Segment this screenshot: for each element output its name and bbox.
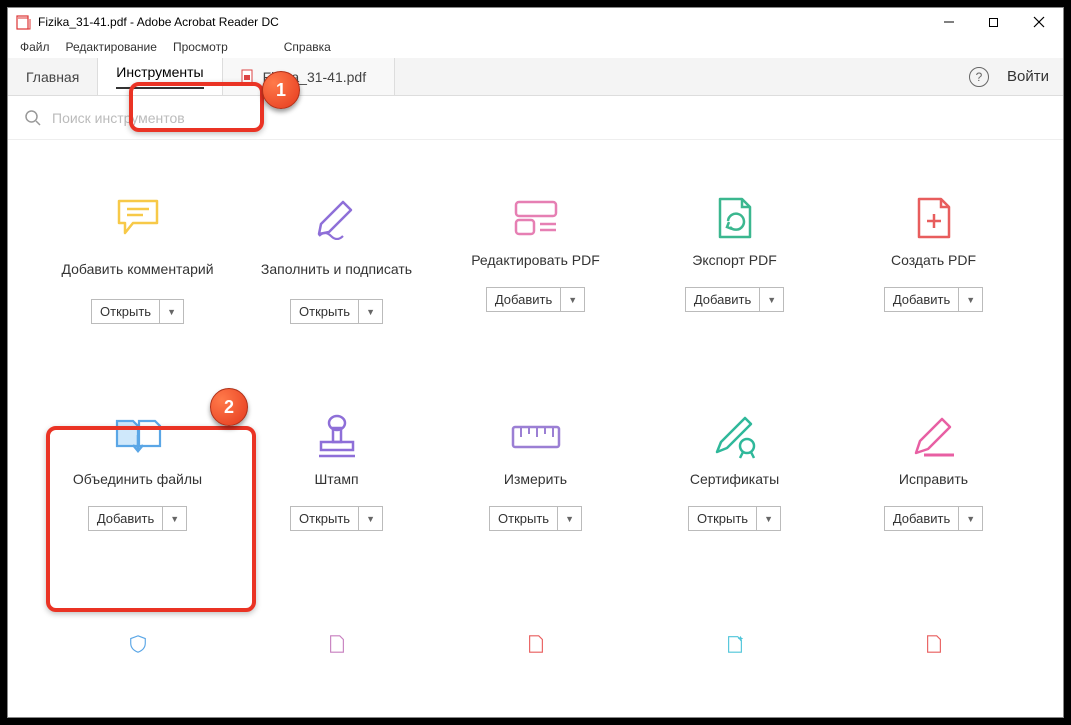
- minimize-button[interactable]: [926, 8, 971, 36]
- tool-redact[interactable]: Исправить Добавить▼: [834, 414, 1033, 531]
- search-input[interactable]: [52, 110, 1047, 126]
- tool-stamp[interactable]: Штамп Открыть▼: [237, 414, 436, 531]
- search-icon: [24, 109, 42, 127]
- tool-row3-2[interactable]: [237, 621, 436, 677]
- tool-combine-label: Объединить файлы: [73, 470, 202, 488]
- comment-icon: [115, 197, 161, 239]
- tab-tools[interactable]: Инструменты: [98, 58, 222, 95]
- tool-stamp-button[interactable]: Открыть▼: [290, 506, 383, 531]
- maximize-button[interactable]: [971, 8, 1016, 36]
- tool-fill-sign-button[interactable]: Открыть▼: [290, 299, 383, 324]
- tool-row3-4[interactable]: [635, 621, 834, 677]
- tool-create-pdf-label: Создать PDF: [891, 251, 976, 269]
- tool-create-pdf[interactable]: Создать PDF Добавить▼: [834, 195, 1033, 324]
- tool-export-pdf-button[interactable]: Добавить▼: [685, 287, 784, 312]
- tool-comment-button[interactable]: Открыть▼: [91, 299, 184, 324]
- tool-create-pdf-button[interactable]: Добавить▼: [884, 287, 983, 312]
- app-window: Fizika_31-41.pdf - Adobe Acrobat Reader …: [7, 7, 1064, 718]
- tab-document[interactable]: Fizika_31-41.pdf: [223, 58, 396, 95]
- edit-pdf-icon: [512, 198, 560, 238]
- menu-help[interactable]: Справка: [280, 40, 335, 54]
- tool-edit-pdf-button[interactable]: Добавить▼: [486, 287, 585, 312]
- login-button[interactable]: Войти: [1007, 68, 1049, 85]
- tool-measure[interactable]: Измерить Открыть▼: [436, 414, 635, 531]
- annotation-badge-2: 2: [210, 388, 248, 426]
- adobe-reader-icon: [16, 14, 32, 30]
- tab-bar: Главная Инструменты Fizika_31-41.pdf ? В…: [8, 58, 1063, 96]
- search-bar: [8, 96, 1063, 140]
- tool-export-pdf-label: Экспорт PDF: [692, 251, 777, 269]
- measure-icon: [510, 423, 562, 451]
- tool-certificates[interactable]: Сертификаты Открыть▼: [635, 414, 834, 531]
- tool-certificates-button[interactable]: Открыть▼: [688, 506, 781, 531]
- window-title: Fizika_31-41.pdf - Adobe Acrobat Reader …: [38, 15, 279, 29]
- sparkle-page-icon: [715, 634, 755, 654]
- tool-row3-1[interactable]: [38, 621, 237, 677]
- tool-certificates-label: Сертификаты: [690, 470, 779, 488]
- tool-combine-button[interactable]: Добавить▼: [88, 506, 187, 531]
- menu-edit[interactable]: Редактирование: [62, 40, 161, 54]
- menu-view[interactable]: Просмотр: [169, 40, 232, 54]
- tool-combine[interactable]: Объединить файлы Добавить▼: [38, 414, 237, 531]
- combine-files-icon: [113, 415, 163, 459]
- tool-redact-label: Исправить: [899, 470, 968, 488]
- tool-fill-sign-label: Заполнить и подписать: [261, 251, 412, 287]
- tool-comment[interactable]: Добавить комментарий Открыть▼: [38, 195, 237, 324]
- tool-redact-button[interactable]: Добавить▼: [884, 506, 983, 531]
- tool-measure-label: Измерить: [504, 470, 567, 488]
- menu-bar: Файл Редактирование Просмотр xxxx Справк…: [8, 36, 1063, 58]
- help-icon[interactable]: ?: [969, 67, 989, 87]
- tool-export-pdf[interactable]: Экспорт PDF Добавить▼: [635, 195, 834, 324]
- tools-scroll-area[interactable]: Добавить комментарий Открыть▼ Заполнить …: [8, 140, 1063, 717]
- title-bar: Fizika_31-41.pdf - Adobe Acrobat Reader …: [8, 8, 1063, 36]
- tool-edit-pdf[interactable]: Редактировать PDF Добавить▼: [436, 195, 635, 324]
- tool-measure-button[interactable]: Открыть▼: [489, 506, 582, 531]
- page-icon-3: [916, 634, 952, 654]
- tool-row3-5[interactable]: [834, 621, 1033, 677]
- page-icon-2: [518, 634, 554, 654]
- tool-fill-sign[interactable]: Заполнить и подписать Открыть▼: [237, 195, 436, 324]
- create-pdf-icon: [913, 195, 955, 241]
- tool-comment-label: Добавить комментарий: [61, 251, 213, 287]
- export-pdf-icon: [714, 195, 756, 241]
- annotation-badge-1: 1: [262, 71, 300, 109]
- redact-icon: [910, 415, 958, 459]
- menu-file[interactable]: Файл: [16, 40, 54, 54]
- tools-grid: Добавить комментарий Открыть▼ Заполнить …: [8, 140, 1063, 717]
- pdf-icon: [241, 69, 255, 85]
- tool-row3-3[interactable]: [436, 621, 635, 677]
- tool-edit-pdf-label: Редактировать PDF: [471, 251, 600, 269]
- tab-home[interactable]: Главная: [8, 58, 98, 95]
- close-button[interactable]: [1016, 8, 1061, 36]
- stamp-icon: [315, 414, 359, 460]
- shield-icon: [118, 634, 158, 654]
- page-icon: [319, 634, 355, 654]
- fill-sign-icon: [313, 196, 361, 240]
- content-wrap: Добавить комментарий Открыть▼ Заполнить …: [8, 140, 1063, 717]
- certificates-icon: [711, 414, 759, 460]
- tool-stamp-label: Штамп: [314, 470, 358, 488]
